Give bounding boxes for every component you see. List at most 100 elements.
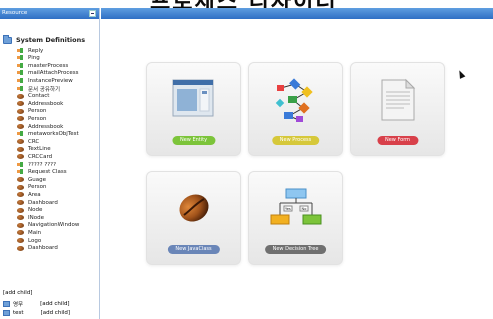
folder-icon: [3, 301, 10, 307]
new-javaclass-card[interactable]: New JavaClass: [146, 171, 241, 265]
process-icon: [17, 85, 24, 92]
tree-item[interactable]: Person: [17, 115, 46, 122]
tree-item[interactable]: Guage: [17, 176, 46, 183]
tree-item[interactable]: CRCCard: [17, 153, 52, 160]
tree-item[interactable]: Addressbook: [17, 100, 63, 107]
new-decision-tree-button[interactable]: New Decision Tree: [264, 245, 327, 254]
process-icon: [17, 70, 24, 76]
add-child-link[interactable]: [add child]: [41, 310, 70, 316]
new-entity-card[interactable]: New Entity: [146, 62, 241, 156]
tree-item-folder[interactable]: 영무 [add child]: [3, 300, 70, 308]
tree-item-label: Reply: [28, 47, 44, 54]
bean-icon: [17, 93, 24, 99]
process-icon: [17, 77, 24, 84]
tree-item[interactable]: Person: [17, 184, 46, 191]
tree-item[interactable]: Dashboard: [17, 199, 58, 206]
new-process-card[interactable]: New Process: [248, 62, 343, 156]
tree-item[interactable]: CRC: [17, 138, 39, 145]
tree-item-label: Person: [28, 184, 47, 191]
tree-item-label: NavigationWindow: [28, 222, 80, 229]
tree-item[interactable]: Main: [17, 229, 41, 236]
tree-item-label: InstancePreview: [28, 77, 73, 84]
main-area: New Object... New Entity New Process New…: [101, 8, 493, 319]
new-javaclass-button[interactable]: New JavaClass: [167, 245, 220, 254]
tree-item-folder[interactable]: test [add child]: [3, 309, 70, 317]
bean-icon: [17, 116, 24, 122]
tree-item[interactable]: Dashboard: [17, 245, 58, 252]
tree-item-label: masterProcess: [28, 62, 69, 69]
tree-item-label: mailAttachProcess: [28, 70, 79, 77]
tab-new-object[interactable]: New Object...: [101, 17, 140, 28]
tree-item-label: Addressbook: [28, 123, 64, 130]
tree-root-label: System Definitions: [16, 36, 86, 44]
bean-icon: [17, 177, 24, 183]
bean-icon: [17, 108, 24, 114]
resource-panel-header: Resource: [0, 8, 99, 19]
process-icon: [17, 169, 24, 175]
new-process-button[interactable]: New Process: [271, 136, 320, 145]
tree-item[interactable]: 문서 공유하기: [17, 85, 60, 93]
tree-item-label: test: [13, 310, 24, 316]
folder-icon: [3, 310, 10, 316]
tree-item-label: TextLine: [28, 146, 51, 153]
tree-item[interactable]: TextLine: [17, 146, 51, 153]
bean-icon: [17, 101, 24, 107]
tree-item-label: INode: [28, 214, 44, 221]
new-form-card[interactable]: New Form: [350, 62, 445, 156]
top-banner: 프로세스 디자이너: [0, 0, 493, 8]
tree-item[interactable]: Reply: [17, 47, 43, 54]
tree-item[interactable]: mailAttachProcess: [17, 70, 79, 77]
tree-item-label: Person: [28, 108, 47, 115]
coffee-bean-icon: [178, 194, 209, 222]
add-child-link[interactable]: [add child]: [3, 290, 32, 296]
tree-item-label: Node: [28, 207, 43, 214]
new-form-button[interactable]: New Form: [376, 136, 419, 145]
tree-item[interactable]: Area: [17, 191, 41, 198]
tree-item-label: Dashboard: [28, 245, 58, 252]
tree-item-label: 영무: [13, 302, 24, 308]
tree-item-label: ????? ????: [28, 161, 57, 168]
bean-icon: [17, 146, 24, 152]
resource-panel: Resource System Definitions Reply Ping mas…: [0, 8, 100, 319]
tree-item[interactable]: INode: [17, 214, 44, 221]
bean-icon: [17, 245, 24, 251]
tree-item-label: Addressbook: [28, 100, 64, 107]
decision-tree-icon: Yes No: [270, 188, 321, 225]
tree-item[interactable]: ????? ????: [17, 161, 56, 168]
tree-item-label: Person: [28, 115, 47, 122]
add-child-link[interactable]: [add child]: [40, 301, 69, 307]
tree-item[interactable]: NavigationWindow: [17, 222, 79, 229]
process-icon: [17, 131, 24, 137]
tree-item[interactable]: Ping: [17, 55, 40, 62]
bean-icon: [17, 238, 24, 243]
tree-item[interactable]: Logo: [17, 237, 41, 244]
bean-icon: [17, 139, 24, 145]
bean-icon: [17, 215, 24, 221]
new-decision-tree-card[interactable]: Yes No New Decision Tree: [248, 171, 343, 265]
tree-item-label: CRCCard: [28, 153, 53, 160]
tree-item[interactable]: masterProcess: [17, 62, 68, 69]
tree-item-label: metaworksObjTest: [28, 131, 79, 138]
bean-icon: [17, 154, 24, 160]
process-icon: [17, 62, 24, 69]
new-entity-button[interactable]: New Entity: [171, 136, 216, 145]
tab-bar: New Object...: [101, 8, 493, 25]
tree-item[interactable]: Person: [17, 108, 46, 115]
bean-icon: [17, 207, 24, 213]
tree-item[interactable]: InstancePreview: [17, 77, 73, 84]
tree-item-label: Area: [28, 191, 41, 198]
tree-item[interactable]: Node: [17, 207, 42, 214]
tree-item[interactable]: Contact: [17, 93, 49, 100]
tree-item[interactable]: Addressbook: [17, 123, 63, 130]
tree-root-system-definitions[interactable]: System Definitions: [3, 34, 86, 45]
tree-item-label: Main: [28, 229, 42, 236]
bean-icon: [17, 184, 24, 190]
process-icon: [17, 47, 24, 54]
tree-item-label: Dashboard: [28, 199, 58, 206]
tree-item[interactable]: metaworksObjTest: [17, 131, 79, 138]
tree-item-label: Logo: [28, 237, 42, 244]
collapse-panel-icon[interactable]: [89, 10, 96, 17]
process-icon: [17, 55, 24, 61]
tree-item[interactable]: Request Class: [17, 169, 67, 176]
resource-panel-title: Resource: [2, 10, 28, 16]
